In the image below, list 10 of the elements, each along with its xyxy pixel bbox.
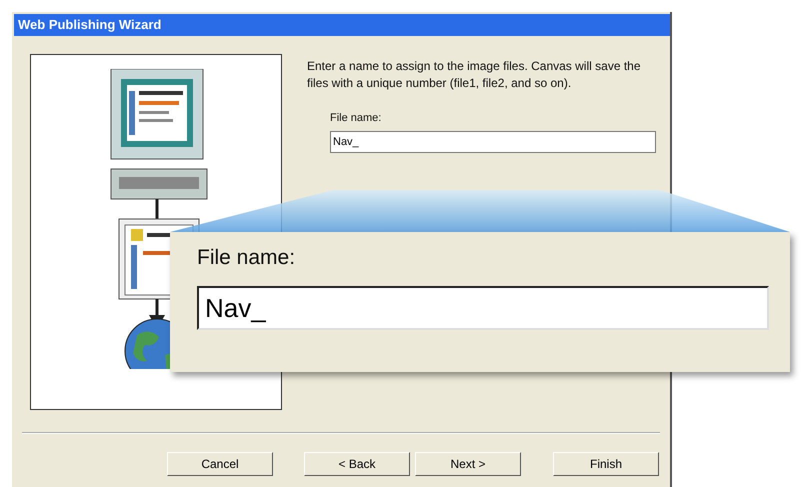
file-name-field[interactable]: Nav_ bbox=[330, 131, 656, 153]
magnified-file-name-label: File name: bbox=[197, 246, 296, 270]
instruction-text: Enter a name to assign to the image files. Canvas will save the files with a unique number (file1, file2, and so on). bbox=[307, 58, 642, 92]
file-name-label: File name: bbox=[330, 112, 382, 124]
wizard-button[interactable]: Finish bbox=[553, 452, 659, 476]
window-title: Web Publishing Wizard bbox=[14, 14, 670, 36]
magnified-file-name-field[interactable]: Nav_ bbox=[197, 286, 769, 330]
wizard-button[interactable]: Cancel bbox=[167, 452, 273, 476]
wizard-button[interactable]: < Back bbox=[304, 452, 410, 476]
wizard-button[interactable]: Next > bbox=[415, 452, 521, 476]
